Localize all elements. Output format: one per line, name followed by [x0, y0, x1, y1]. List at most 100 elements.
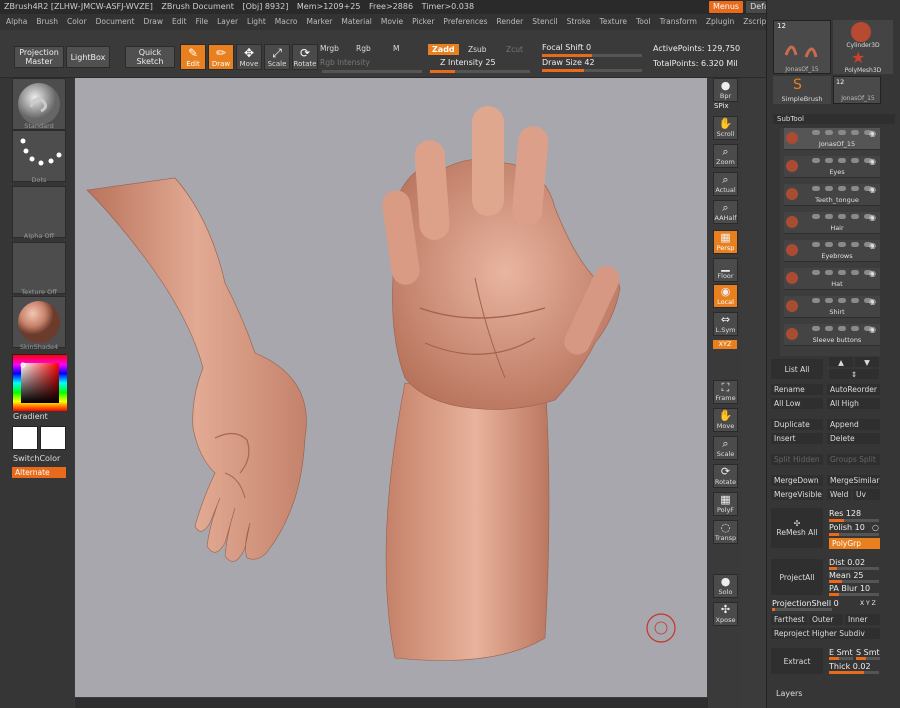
merge-similar-button[interactable]: MergeSimilar [827, 475, 880, 486]
z-intensity-slider[interactable] [430, 70, 530, 73]
mean-slider[interactable]: Mean 25 [829, 571, 864, 580]
subtool-toggles[interactable] [812, 130, 872, 136]
subtool-toggles[interactable] [812, 298, 872, 304]
m-button[interactable]: M [393, 44, 399, 53]
rename-button[interactable]: Rename [771, 384, 823, 395]
eye-icon[interactable]: ◉ [869, 129, 876, 138]
layers-header[interactable]: Layers [776, 689, 802, 698]
xpose-button[interactable]: ✣ Xpose [713, 602, 738, 626]
menu-item-alpha[interactable]: Alpha [6, 17, 27, 26]
auto-reorder-button[interactable]: AutoReorder [827, 384, 880, 395]
subtool-toggles[interactable] [812, 186, 872, 192]
menu-item-draw[interactable]: Draw [143, 17, 163, 26]
menu-item-marker[interactable]: Marker [306, 17, 332, 26]
bpr-button[interactable]: ● Bpr [713, 78, 738, 102]
rgb-intensity-track[interactable] [322, 70, 422, 73]
projection-master-button[interactable]: Projection Master [14, 46, 64, 68]
draw-button[interactable]: ✏ Draw [208, 44, 234, 70]
move-subtool-icon[interactable]: ⇕ [829, 369, 879, 379]
menu-item-color[interactable]: Color [67, 17, 87, 26]
menus-button[interactable]: Menus [708, 1, 744, 13]
list-all-button[interactable]: List All [771, 359, 823, 379]
subtool-row[interactable]: ◉ JonasOf_15 [784, 128, 880, 150]
floor-button[interactable]: ▁ Floor [713, 258, 738, 282]
xyz-symmetry-button[interactable]: XYZ [713, 340, 737, 349]
pa-blur-track[interactable] [829, 593, 879, 596]
reproject-higher-subdiv-button[interactable]: Reproject Higher Subdiv [771, 628, 880, 639]
all-low-button[interactable]: All Low [771, 398, 823, 409]
lsym-button[interactable]: ⇔ L.Sym [713, 312, 738, 336]
zcut-button[interactable]: Zcut [506, 45, 523, 54]
quick-sketch-button[interactable]: Quick Sketch [125, 46, 175, 68]
polish-toggle-icon[interactable]: ○ [872, 523, 879, 532]
e-smt-track[interactable] [829, 657, 853, 660]
menu-item-tool[interactable]: Tool [636, 17, 651, 26]
subtool-header[interactable]: SubTool [773, 114, 895, 124]
res-track[interactable] [829, 519, 879, 522]
rotate-button[interactable]: ⟳ Rotate [292, 44, 318, 70]
eye-icon[interactable]: ◉ [869, 325, 876, 334]
subtool-row[interactable]: ◉ Eyes [784, 156, 880, 178]
projection-shell-track[interactable] [772, 608, 832, 611]
subtool-toggles[interactable] [812, 214, 872, 220]
edit-button[interactable]: ✎ Edit [180, 44, 206, 70]
mean-track[interactable] [829, 580, 879, 583]
groups-split-button[interactable]: Groups Split [827, 454, 880, 465]
menu-item-preferences[interactable]: Preferences [443, 17, 487, 26]
subtool-toggles[interactable] [812, 242, 872, 248]
arrow-up-icon[interactable]: ▲ [829, 357, 853, 367]
polygrp-button[interactable]: PolyGrp [829, 538, 880, 549]
menu-item-light[interactable]: Light [247, 17, 266, 26]
s-smt-track[interactable] [856, 657, 880, 660]
thick-slider[interactable]: Thick 0.02 [829, 662, 871, 671]
mrgb-button[interactable]: Mrgb [320, 44, 339, 53]
rgb-button[interactable]: Rgb [356, 44, 371, 53]
menu-item-layer[interactable]: Layer [217, 17, 238, 26]
texture-thumbnail[interactable] [12, 242, 66, 294]
menu-item-zplugin[interactable]: Zplugin [706, 17, 734, 26]
weld-button[interactable]: Weld [827, 489, 851, 500]
eye-icon[interactable]: ◉ [869, 297, 876, 306]
menu-item-file[interactable]: File [196, 17, 209, 26]
insert-button[interactable]: Insert [771, 433, 823, 444]
alpha-thumbnail[interactable] [12, 186, 66, 238]
current-tool-thumbnail[interactable]: 12 JonasOf_15 [773, 20, 831, 74]
subtool-row[interactable]: ◉ Shirt [784, 296, 880, 318]
menu-item-stencil[interactable]: Stencil [532, 17, 557, 26]
res-slider[interactable]: Res 128 [829, 509, 861, 518]
scroll-button[interactable]: ✋ Scroll [713, 116, 738, 140]
aahalf-button[interactable]: ⌕ AAHalf [713, 200, 738, 224]
draw-size-slider[interactable] [542, 69, 642, 72]
outer-button[interactable]: Outer [809, 614, 843, 625]
menu-item-movie[interactable]: Movie [381, 17, 403, 26]
farthest-button[interactable]: Farthest [771, 614, 807, 625]
persp-button[interactable]: ▦ Persp [713, 230, 738, 254]
menu-item-macro[interactable]: Macro [275, 17, 298, 26]
menu-item-edit[interactable]: Edit [172, 17, 187, 26]
secondary-color-swatch[interactable] [40, 426, 66, 450]
polish-slider[interactable]: Polish 10 [829, 523, 865, 532]
duplicate-button[interactable]: Duplicate [771, 419, 823, 430]
dist-slider[interactable]: Dist 0.02 [829, 558, 865, 567]
polyf-button[interactable]: ▦ PolyF [713, 492, 738, 516]
stroke-thumbnail[interactable] [12, 130, 66, 182]
lightbox-button[interactable]: LightBox [66, 46, 110, 68]
projection-shell-slider[interactable]: ProjectionShell 0 [772, 599, 839, 608]
spix-label[interactable]: SPix [714, 102, 729, 110]
merge-down-button[interactable]: MergeDown [771, 475, 823, 486]
material-thumbnail[interactable] [12, 296, 66, 348]
subtool-toggles[interactable] [812, 158, 872, 164]
delete-button[interactable]: Delete [827, 433, 880, 444]
document-canvas[interactable] [75, 78, 707, 697]
subtool-toggles[interactable] [812, 270, 872, 276]
eye-icon[interactable]: ◉ [869, 157, 876, 166]
move-button[interactable]: ✋ Move [713, 408, 738, 432]
s-smt-slider[interactable]: S Smt [856, 648, 880, 657]
menu-item-document[interactable]: Document [96, 17, 135, 26]
dist-track[interactable] [829, 567, 879, 570]
split-hidden-button[interactable]: Split Hidden [771, 454, 823, 465]
menu-item-transform[interactable]: Transform [660, 17, 697, 26]
extract-button[interactable]: Extract [771, 648, 823, 674]
cylinder3d-icon[interactable] [851, 22, 871, 42]
menu-item-stroke[interactable]: Stroke [567, 17, 591, 26]
